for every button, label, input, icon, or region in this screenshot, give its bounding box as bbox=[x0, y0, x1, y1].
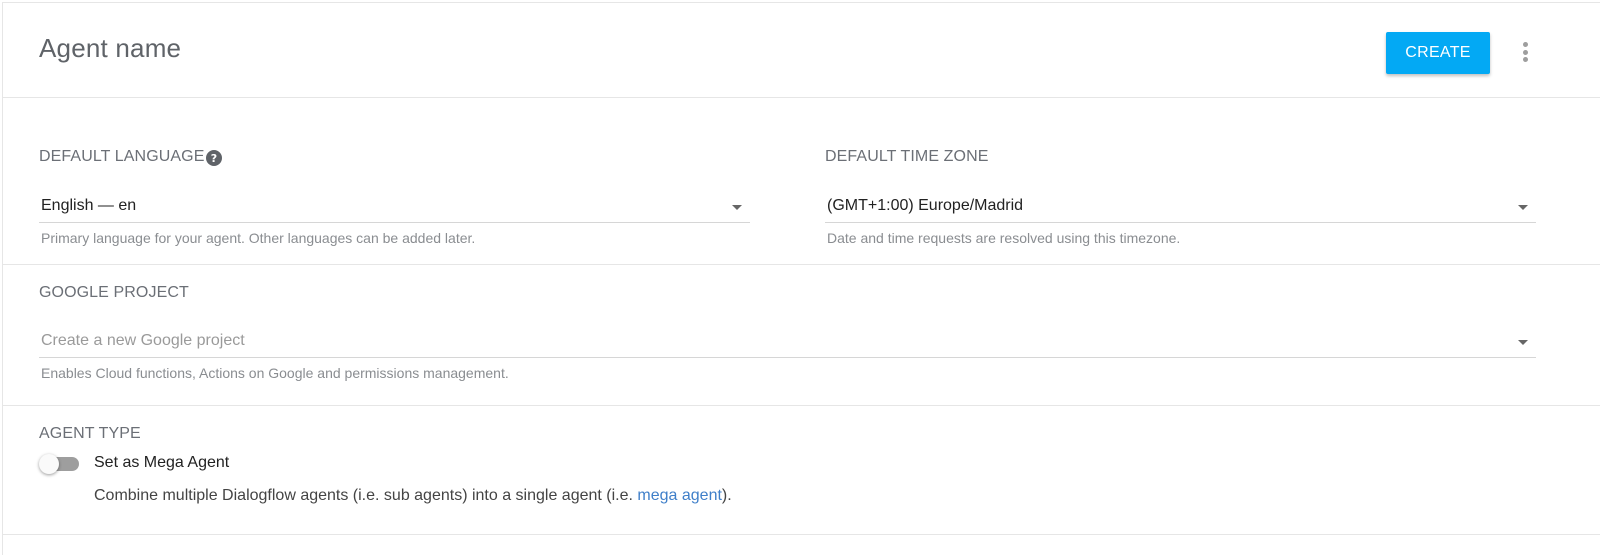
language-select-value: English — en bbox=[41, 197, 137, 214]
create-button[interactable]: CREATE bbox=[1386, 32, 1490, 74]
time-zone-select-value: (GMT+1:00) Europe/Madrid bbox=[827, 197, 1024, 214]
mega-agent-description: Combine multiple Dialogflow agents (i.e.… bbox=[94, 487, 732, 505]
header: Agent name CREATE bbox=[3, 3, 1600, 98]
toggle-thumb bbox=[39, 454, 59, 474]
agent-name-input[interactable]: Agent name bbox=[39, 33, 181, 64]
language-hint: Primary language for your agent. Other l… bbox=[41, 230, 476, 246]
google-project-hint: Enables Cloud functions, Actions on Goog… bbox=[41, 365, 509, 381]
chevron-down-icon bbox=[1518, 340, 1528, 345]
google-project-select[interactable]: Create a new Google project bbox=[39, 328, 1536, 358]
agent-settings-page: Agent name CREATE DEFAULT LANGUAGE ? Eng… bbox=[2, 2, 1600, 555]
language-select[interactable]: English — en bbox=[39, 193, 750, 223]
default-time-zone-label: DEFAULT TIME ZONE bbox=[825, 148, 989, 165]
mega-agent-description-end: ). bbox=[721, 487, 732, 504]
mega-agent-toggle[interactable] bbox=[39, 453, 81, 475]
google-project-placeholder: Create a new Google project bbox=[41, 332, 245, 349]
more-vert-icon[interactable] bbox=[1513, 40, 1537, 64]
chevron-down-icon bbox=[1518, 205, 1528, 210]
divider bbox=[3, 405, 1600, 406]
help-circle-icon[interactable]: ? bbox=[206, 150, 222, 166]
divider bbox=[3, 534, 1600, 535]
time-zone-hint: Date and time requests are resolved usin… bbox=[827, 230, 1181, 246]
time-zone-select[interactable]: (GMT+1:00) Europe/Madrid bbox=[825, 193, 1536, 223]
chevron-down-icon bbox=[732, 205, 742, 210]
mega-agent-description-text: Combine multiple Dialogflow agents (i.e.… bbox=[94, 487, 638, 504]
mega-agent-link[interactable]: mega agent bbox=[637, 487, 722, 504]
agent-type-label: AGENT TYPE bbox=[39, 425, 141, 442]
default-language-label: DEFAULT LANGUAGE bbox=[39, 148, 205, 165]
mega-agent-toggle-label[interactable]: Set as Mega Agent bbox=[94, 454, 229, 472]
divider bbox=[3, 264, 1600, 265]
google-project-label: GOOGLE PROJECT bbox=[39, 284, 189, 301]
